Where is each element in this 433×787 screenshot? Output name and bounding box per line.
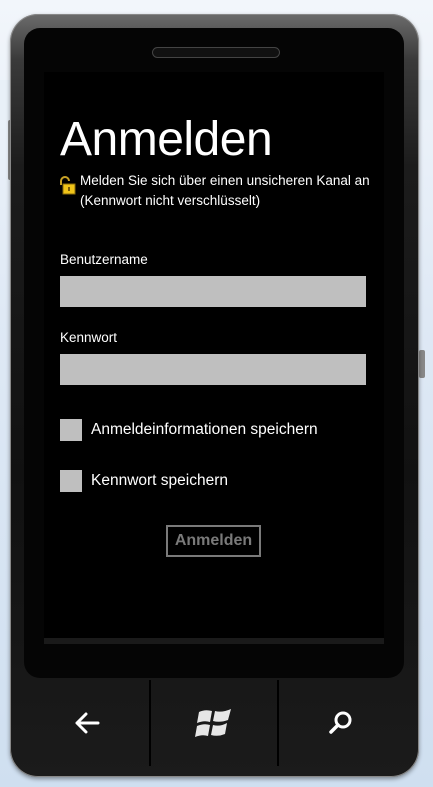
back-arrow-icon — [75, 712, 100, 734]
hardware-button-bar — [24, 680, 404, 766]
search-button[interactable] — [279, 680, 404, 766]
search-icon — [329, 711, 352, 734]
login-screen: Anmelden Melden Sie sich über einen unsi… — [44, 72, 384, 638]
windows-start-icon — [194, 709, 231, 737]
remember-password-label: Kennwort speichern — [91, 472, 228, 489]
remember-password-row[interactable]: Kennwort speichern — [60, 469, 228, 493]
page-title: Anmelden — [60, 113, 273, 166]
remember-credentials-row[interactable]: Anmeldeinformationen speichern — [60, 418, 318, 442]
back-button[interactable] — [24, 680, 152, 766]
username-input[interactable] — [60, 276, 366, 307]
start-button[interactable] — [151, 680, 279, 766]
unlocked-padlock-icon — [60, 176, 76, 195]
remember-credentials-checkbox[interactable] — [60, 419, 82, 441]
security-warning: Melden Sie sich über einen unsicheren Ka… — [80, 173, 370, 208]
login-button[interactable]: Anmelden — [166, 525, 261, 557]
power-button — [419, 350, 425, 378]
username-label: Benutzername — [60, 252, 148, 267]
remember-password-checkbox[interactable] — [60, 470, 82, 492]
earpiece-speaker — [152, 47, 280, 58]
screen-bottom-edge — [44, 638, 384, 644]
password-label: Kennwort — [60, 330, 118, 345]
remember-credentials-label: Anmeldeinformationen speichern — [91, 421, 318, 438]
password-input[interactable] — [60, 354, 366, 385]
